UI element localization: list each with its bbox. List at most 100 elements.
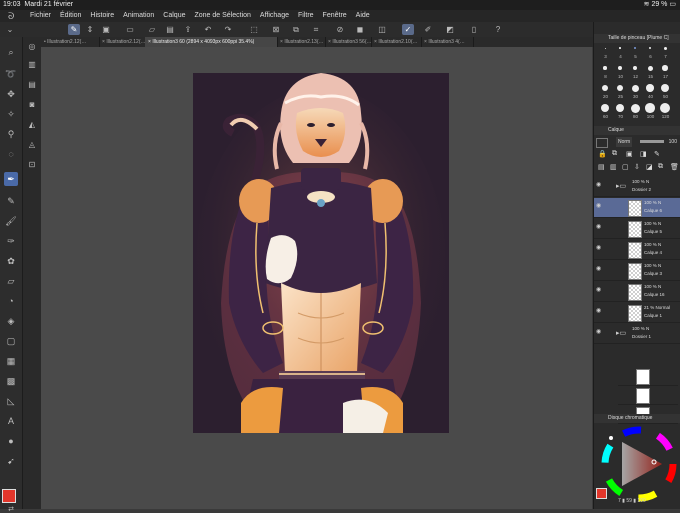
gradient-icon[interactable]: ▩ bbox=[4, 374, 18, 388]
visibility-eye-icon[interactable]: ◉ bbox=[596, 287, 603, 294]
draft-icon[interactable]: ✎ bbox=[654, 150, 660, 158]
clear-icon[interactable]: ⊘ bbox=[334, 24, 346, 35]
decoration-icon[interactable]: ✿ bbox=[4, 254, 18, 268]
visibility-eye-icon[interactable]: ◉ bbox=[596, 245, 603, 252]
brush-size-dot[interactable] bbox=[604, 47, 606, 49]
collapse-icon[interactable]: ⌄ bbox=[4, 24, 16, 35]
menu-item-edition[interactable]: Édition bbox=[60, 10, 81, 22]
layer-row[interactable]: ◉ 100 % N Calque 4 bbox=[594, 240, 680, 260]
lasso-icon[interactable]: ➰ bbox=[4, 67, 18, 81]
lock-icon[interactable]: 🔒 bbox=[598, 150, 607, 158]
visibility-eye-icon[interactable]: ◉ bbox=[596, 266, 603, 273]
menu-item-animation[interactable]: Animation bbox=[123, 10, 154, 22]
merge-icon[interactable]: ⇩ bbox=[634, 163, 640, 171]
mask-lock-icon[interactable]: ◨ bbox=[640, 150, 647, 158]
brush-size-dot[interactable] bbox=[619, 47, 621, 49]
tab-document-4[interactable]: × Illustration2.13(… bbox=[277, 37, 326, 47]
clip-icon[interactable]: ⧉ bbox=[612, 150, 617, 158]
ruler-icon[interactable]: ◩ bbox=[444, 24, 456, 35]
select-all-icon[interactable]: ⬚ bbox=[248, 24, 260, 35]
hue-handle[interactable] bbox=[609, 436, 613, 440]
pen-check-icon[interactable]: ✐ bbox=[422, 24, 434, 35]
pencil-icon[interactable]: ✎ bbox=[4, 194, 18, 208]
visibility-eye-icon[interactable]: ◉ bbox=[596, 329, 603, 336]
menu-item-calque[interactable]: Calque bbox=[163, 10, 185, 22]
crop-icon[interactable]: ⌗ bbox=[310, 24, 322, 35]
tab-document-2[interactable]: × Illustration2.12(… bbox=[99, 37, 146, 47]
layer-row-child[interactable] bbox=[618, 367, 678, 386]
visibility-eye-icon[interactable]: ◉ bbox=[596, 224, 603, 231]
close-sub-icon[interactable]: ⊡ bbox=[26, 159, 38, 171]
brush-size-dot[interactable] bbox=[616, 84, 624, 92]
brush-size-dot[interactable] bbox=[602, 85, 608, 91]
menu-item-affichage[interactable]: Affichage bbox=[260, 10, 289, 22]
brush-size-dot[interactable] bbox=[662, 65, 668, 71]
layer-folder-row[interactable]: ◉ ▸▭ 100 % N Dossier 1 bbox=[594, 324, 680, 344]
brush-size-dot[interactable] bbox=[601, 104, 609, 112]
brush-size-dot[interactable] bbox=[603, 66, 607, 70]
brush-size-dot[interactable] bbox=[615, 103, 625, 113]
transform-icon[interactable]: ▣ bbox=[100, 24, 112, 35]
layer-folder-row[interactable]: ◉ ▸▭ 100 % N Dossier 2 bbox=[594, 177, 680, 197]
select-lasso-icon[interactable]: ◌ bbox=[4, 147, 18, 161]
layer-row[interactable]: ◉ 100 % N Calque 3 bbox=[594, 261, 680, 281]
frame-icon[interactable]: ▦ bbox=[4, 354, 18, 368]
airbrush-icon[interactable]: ✑ bbox=[4, 234, 18, 248]
pen-tool-icon[interactable]: ✒ bbox=[4, 172, 18, 186]
eyedropper-icon[interactable]: ⚲ bbox=[4, 127, 18, 141]
magic-wand-icon[interactable]: ✧ bbox=[4, 107, 18, 121]
artwork-illustration[interactable] bbox=[193, 73, 449, 433]
visibility-eye-icon[interactable]: ◉ bbox=[596, 203, 603, 210]
open-folder-icon[interactable]: ▱ bbox=[146, 24, 158, 35]
camera-icon[interactable]: ◙ bbox=[26, 99, 38, 111]
layer-mask-icon[interactable]: ◫ bbox=[376, 24, 388, 35]
brush-size-dot[interactable] bbox=[630, 103, 640, 113]
layer-row[interactable]: ◉ 21 % Normal Calque 1 bbox=[594, 303, 680, 323]
brush-size-dot[interactable] bbox=[631, 84, 639, 92]
tab-document-6[interactable]: × Illustration2.10(… bbox=[371, 37, 422, 47]
folder-icon[interactable]: ▸▭ bbox=[616, 329, 626, 337]
invert-selection-icon[interactable]: ⧉ bbox=[290, 24, 302, 35]
operation-icon[interactable]: ➹ bbox=[4, 454, 18, 468]
ruler-tool-icon[interactable]: ◺ bbox=[4, 394, 18, 408]
brush-size-dot[interactable] bbox=[646, 84, 654, 92]
swap-color-icon[interactable]: ⇄ bbox=[4, 506, 18, 513]
app-logo-icon[interactable]: ᘐ bbox=[8, 11, 14, 21]
blend-icon[interactable]: ◔ bbox=[4, 294, 18, 308]
brush-size-dot[interactable] bbox=[660, 103, 670, 113]
visibility-eye-icon[interactable]: ◉ bbox=[596, 182, 603, 189]
new-folder-icon[interactable]: ▢ bbox=[622, 163, 629, 171]
layer-row[interactable]: ◉ 100 % N Calque 5 bbox=[594, 219, 680, 239]
sub-view-icon[interactable]: ◬ bbox=[26, 139, 38, 151]
delete-layer-icon[interactable]: 🗑 bbox=[670, 163, 679, 171]
brush-size-dot[interactable] bbox=[661, 84, 669, 92]
brush-icon[interactable]: 🖌 bbox=[4, 214, 18, 228]
opacity-slider[interactable] bbox=[640, 140, 664, 143]
menu-item-histoire[interactable]: Histoire bbox=[90, 10, 114, 22]
tab-document-5[interactable]: × Illustration3 56(… bbox=[325, 37, 372, 47]
export-icon[interactable]: ⇪ bbox=[182, 24, 194, 35]
tablet-icon[interactable]: ▯ bbox=[468, 24, 480, 35]
tab-document-1[interactable]: • Illustration2.12(… bbox=[41, 37, 100, 47]
new-layer-icon[interactable]: ▤ bbox=[598, 163, 605, 171]
brush-size-dot[interactable] bbox=[618, 66, 622, 70]
brush-size-dot[interactable] bbox=[648, 46, 652, 50]
brush-size-dot[interactable] bbox=[634, 47, 636, 49]
layer-row-child[interactable] bbox=[618, 386, 678, 405]
menu-item-aide[interactable]: Aide bbox=[356, 10, 370, 22]
brush-size-dot[interactable] bbox=[647, 65, 653, 71]
stepper-icon[interactable]: ⇕ bbox=[84, 24, 96, 35]
zoom-icon[interactable]: ⌕ bbox=[4, 45, 18, 59]
menu-item-filtre[interactable]: Filtre bbox=[298, 10, 314, 22]
menu-item-fenetre[interactable]: Fenêtre bbox=[323, 10, 347, 22]
bucket-icon[interactable]: ◈ bbox=[4, 314, 18, 328]
brush-size-dot[interactable] bbox=[645, 103, 655, 113]
main-color-swatch[interactable] bbox=[2, 489, 16, 503]
visibility-eye-icon[interactable]: ◉ bbox=[596, 308, 603, 315]
brush-size-dot[interactable] bbox=[632, 65, 638, 71]
save-icon[interactable]: ▤ bbox=[164, 24, 176, 35]
undo-icon[interactable]: ↶ bbox=[202, 24, 214, 35]
canvas-area[interactable] bbox=[41, 47, 592, 509]
menu-item-fichier[interactable]: Fichier bbox=[30, 10, 51, 22]
deselect-icon[interactable]: ⊠ bbox=[270, 24, 282, 35]
